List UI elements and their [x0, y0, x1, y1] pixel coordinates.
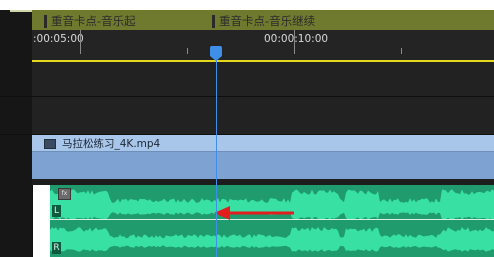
- empty-video-tracks: [32, 62, 494, 135]
- film-icon: [44, 139, 56, 149]
- ruler-label-10s: 00:00:10:00: [264, 33, 329, 45]
- channel-right-label: R: [52, 242, 61, 254]
- ruler-minor-tick: [401, 48, 402, 54]
- ruler-label-5s: :00:05:00: [33, 33, 84, 45]
- time-ruler[interactable]: [32, 30, 494, 62]
- video-clip-body: [32, 152, 494, 179]
- marker-music-continue[interactable]: 重音卡点-音乐继续: [212, 14, 315, 28]
- playhead-icon[interactable]: [210, 46, 222, 61]
- playhead-line: [216, 50, 217, 257]
- channel-left-label: L: [52, 205, 61, 217]
- marker-music-start[interactable]: 重音卡点-音乐起: [44, 14, 136, 28]
- track-divider: [0, 96, 494, 97]
- ruler-major-tick: [294, 30, 295, 54]
- timeline-panel: 重音卡点-音乐起 重音卡点-音乐继续 :00:05:00 00:00:10:00…: [0, 0, 494, 257]
- video-clip[interactable]: 马拉松练习_4K.mp4: [32, 135, 494, 179]
- ruler-minor-tick: [187, 48, 188, 54]
- audio-clip[interactable]: fx L R: [50, 185, 494, 257]
- ruler-major-tick: [80, 30, 81, 54]
- video-clip-label: 马拉松练习_4K.mp4: [62, 138, 161, 150]
- marker-label: 重音卡点-音乐起: [51, 14, 136, 28]
- video-clip-header: 马拉松练习_4K.mp4: [32, 135, 494, 152]
- marker-label: 重音卡点-音乐继续: [219, 14, 316, 28]
- marker-pin-icon: [212, 14, 215, 28]
- audio-waveform: [50, 189, 494, 252]
- arrow-left-icon: [214, 206, 294, 220]
- fx-icon[interactable]: fx: [58, 188, 71, 200]
- marker-pin-icon: [44, 14, 47, 28]
